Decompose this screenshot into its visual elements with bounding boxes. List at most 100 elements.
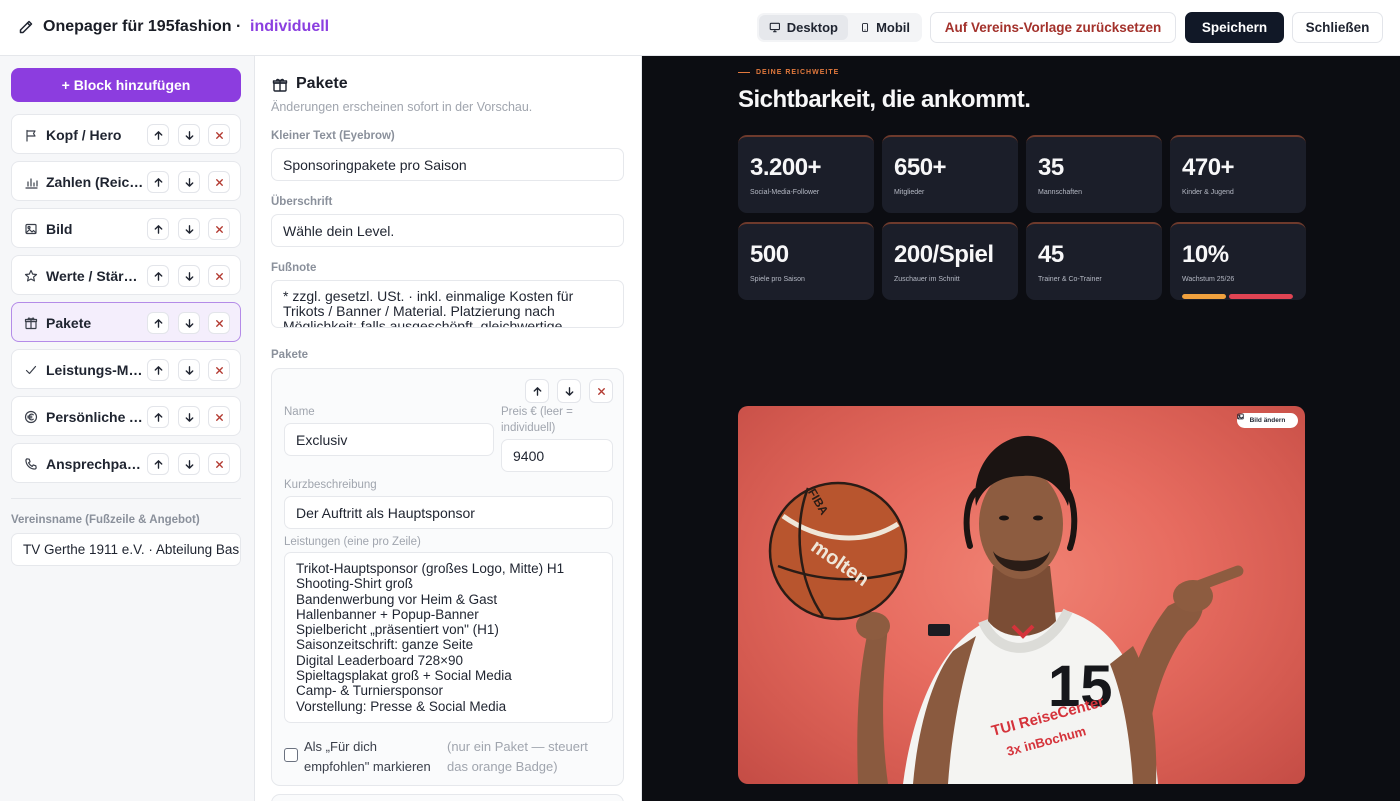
view-desktop-button[interactable]: Desktop xyxy=(759,15,848,40)
move-down-button[interactable] xyxy=(557,379,581,403)
arrow-down-icon xyxy=(185,130,193,140)
block-move-up-button[interactable] xyxy=(147,359,169,381)
block-item-label: Ansprechpartner xyxy=(46,456,144,472)
save-button[interactable]: Speichern xyxy=(1185,12,1284,43)
arrow-up-icon xyxy=(154,177,162,187)
stat-label: Wachstum 25/26 xyxy=(1182,276,1235,283)
arrow-down-icon xyxy=(185,365,193,375)
stat-label: Spiele pro Saison xyxy=(750,276,805,283)
star-icon xyxy=(24,269,38,282)
package-name-input[interactable]: Exclusiv xyxy=(284,423,494,456)
block-item[interactable]: Pakete xyxy=(11,302,241,342)
arrow-down-icon xyxy=(185,224,193,234)
package-name-label: Name xyxy=(284,406,315,418)
block-item-label: Werte / Stärken xyxy=(46,268,144,284)
growth-bar-segment xyxy=(1182,294,1226,299)
service-line: Saisonzeitschrift: ganze Seite xyxy=(296,637,474,653)
close-icon xyxy=(215,178,223,186)
close-icon xyxy=(215,131,223,139)
footnote-textarea[interactable]: * zzgl. gesetzl. USt. · inkl. einmalige … xyxy=(271,280,624,328)
service-line: Hallenbanner + Popup-Banner xyxy=(296,606,479,622)
view-mobile-button[interactable]: Mobil xyxy=(850,15,920,40)
block-move-down-button[interactable] xyxy=(178,359,200,381)
club-name-label: Vereinsname (Fußzeile & Angebot) xyxy=(11,514,200,526)
block-move-down-button[interactable] xyxy=(178,453,200,475)
package-price-input[interactable]: 9400 xyxy=(501,439,613,472)
block-item-label: Leistungs-Matrix xyxy=(46,362,144,378)
block-item[interactable]: Leistungs-Matrix xyxy=(11,349,241,389)
arrow-up-icon xyxy=(154,224,162,234)
block-item[interactable]: Ansprechpartner xyxy=(11,443,241,483)
block-move-up-button[interactable] xyxy=(147,124,169,146)
stat-value: 470+ xyxy=(1182,154,1235,181)
service-line: Vorstellung: Presse & Social Media xyxy=(296,698,507,714)
live-preview: DEINE REICHWEITE Sichtbarkeit, die ankom… xyxy=(642,56,1400,801)
editor-subtitle: Änderungen erscheinen sofort in der Vors… xyxy=(271,100,533,114)
stat-label: Trainer & Co-Trainer xyxy=(1038,276,1102,283)
block-move-down-button[interactable] xyxy=(178,171,200,193)
block-move-down-button[interactable] xyxy=(178,406,200,428)
block-delete-button[interactable] xyxy=(208,406,230,428)
package-services-textarea[interactable]: Trikot-Hauptsponsor (großes Logo, Mitte)… xyxy=(284,552,613,723)
package-price-label: Preis € (leer = individuell) xyxy=(501,406,573,434)
block-move-down-button[interactable] xyxy=(178,265,200,287)
euro-icon xyxy=(24,410,38,424)
block-delete-button[interactable] xyxy=(208,265,230,287)
block-item[interactable]: Bild xyxy=(11,208,241,248)
block-item[interactable]: Werte / Stärken xyxy=(11,255,241,295)
block-move-up-button[interactable] xyxy=(147,453,169,475)
recommend-checkbox[interactable] xyxy=(284,748,298,762)
arrow-up-icon xyxy=(154,318,162,328)
arrow-down-icon xyxy=(185,412,193,422)
block-move-down-button[interactable] xyxy=(178,312,200,334)
block-move-up-button[interactable] xyxy=(147,265,169,287)
block-item-label: Zahlen (Reichweite) xyxy=(46,174,144,190)
arrow-down-icon xyxy=(185,318,193,328)
close-icon xyxy=(215,272,223,280)
player-photo: 15 TUI ReiseCenter 3x inBochum molten FI… xyxy=(738,406,1305,784)
block-delete-button[interactable] xyxy=(208,312,230,334)
block-move-down-button[interactable] xyxy=(178,124,200,146)
service-line: Bandenwerbung vor Heim & Gast xyxy=(296,591,498,607)
preview-heading: Sichtbarkeit, die ankommt. xyxy=(738,86,1031,113)
heading-input[interactable]: Wähle dein Level. xyxy=(271,214,624,247)
block-delete-button[interactable] xyxy=(208,359,230,381)
arrow-up-icon xyxy=(154,365,162,375)
block-item-label: Pakete xyxy=(46,315,92,331)
arrow-down-icon xyxy=(565,386,573,396)
block-item-label: Kopf / Hero xyxy=(46,127,122,143)
recommend-label: Als „Für dich empfohlen" markieren xyxy=(304,739,431,774)
block-move-up-button[interactable] xyxy=(147,171,169,193)
move-up-button[interactable] xyxy=(525,379,549,403)
package-short-input[interactable]: Der Auftritt als Hauptsponsor xyxy=(284,496,613,529)
eyebrow-input[interactable]: Sponsoringpakete pro Saison xyxy=(271,148,624,181)
add-block-button[interactable]: + Block hinzufügen xyxy=(11,68,241,102)
view-switcher: Desktop Mobil xyxy=(757,13,922,42)
block-item[interactable]: Kopf / Hero xyxy=(11,114,241,154)
view-mobile-label: Mobil xyxy=(876,20,910,35)
block-delete-button[interactable] xyxy=(208,218,230,240)
stat-value: 45 xyxy=(1038,241,1064,268)
reset-template-button[interactable]: Auf Vereins-Vorlage zurücksetzen xyxy=(930,12,1176,43)
preview-eyebrow-text: DEINE REICHWEITE xyxy=(756,69,840,76)
page-title: Onepager für 195fashion · xyxy=(43,18,242,35)
top-bar: Onepager für 195fashion · individuell De… xyxy=(0,0,1400,56)
block-item[interactable]: Persönliche Ansprache xyxy=(11,396,241,436)
block-sidebar: + Block hinzufügen Kopf / Hero Zahlen (Re… xyxy=(0,56,255,801)
club-name-input[interactable]: TV Gerthe 1911 e.V. · Abteilung Basketba… xyxy=(11,533,241,566)
stat-label: Social-Media-Follower xyxy=(750,189,820,196)
block-move-up-button[interactable] xyxy=(147,218,169,240)
block-delete-button[interactable] xyxy=(208,453,230,475)
arrow-down-icon xyxy=(185,271,193,281)
block-move-up-button[interactable] xyxy=(147,406,169,428)
block-item[interactable]: Zahlen (Reichweite) xyxy=(11,161,241,201)
stat-value: 3.200+ xyxy=(750,154,822,181)
block-move-down-button[interactable] xyxy=(178,218,200,240)
delete-package-button[interactable] xyxy=(589,379,613,403)
growth-bar-segment xyxy=(1229,294,1293,299)
block-move-up-button[interactable] xyxy=(147,312,169,334)
change-image-button[interactable]: Bild ändern xyxy=(1237,413,1298,428)
close-button[interactable]: Schließen xyxy=(1292,12,1383,43)
block-delete-button[interactable] xyxy=(208,124,230,146)
block-delete-button[interactable] xyxy=(208,171,230,193)
